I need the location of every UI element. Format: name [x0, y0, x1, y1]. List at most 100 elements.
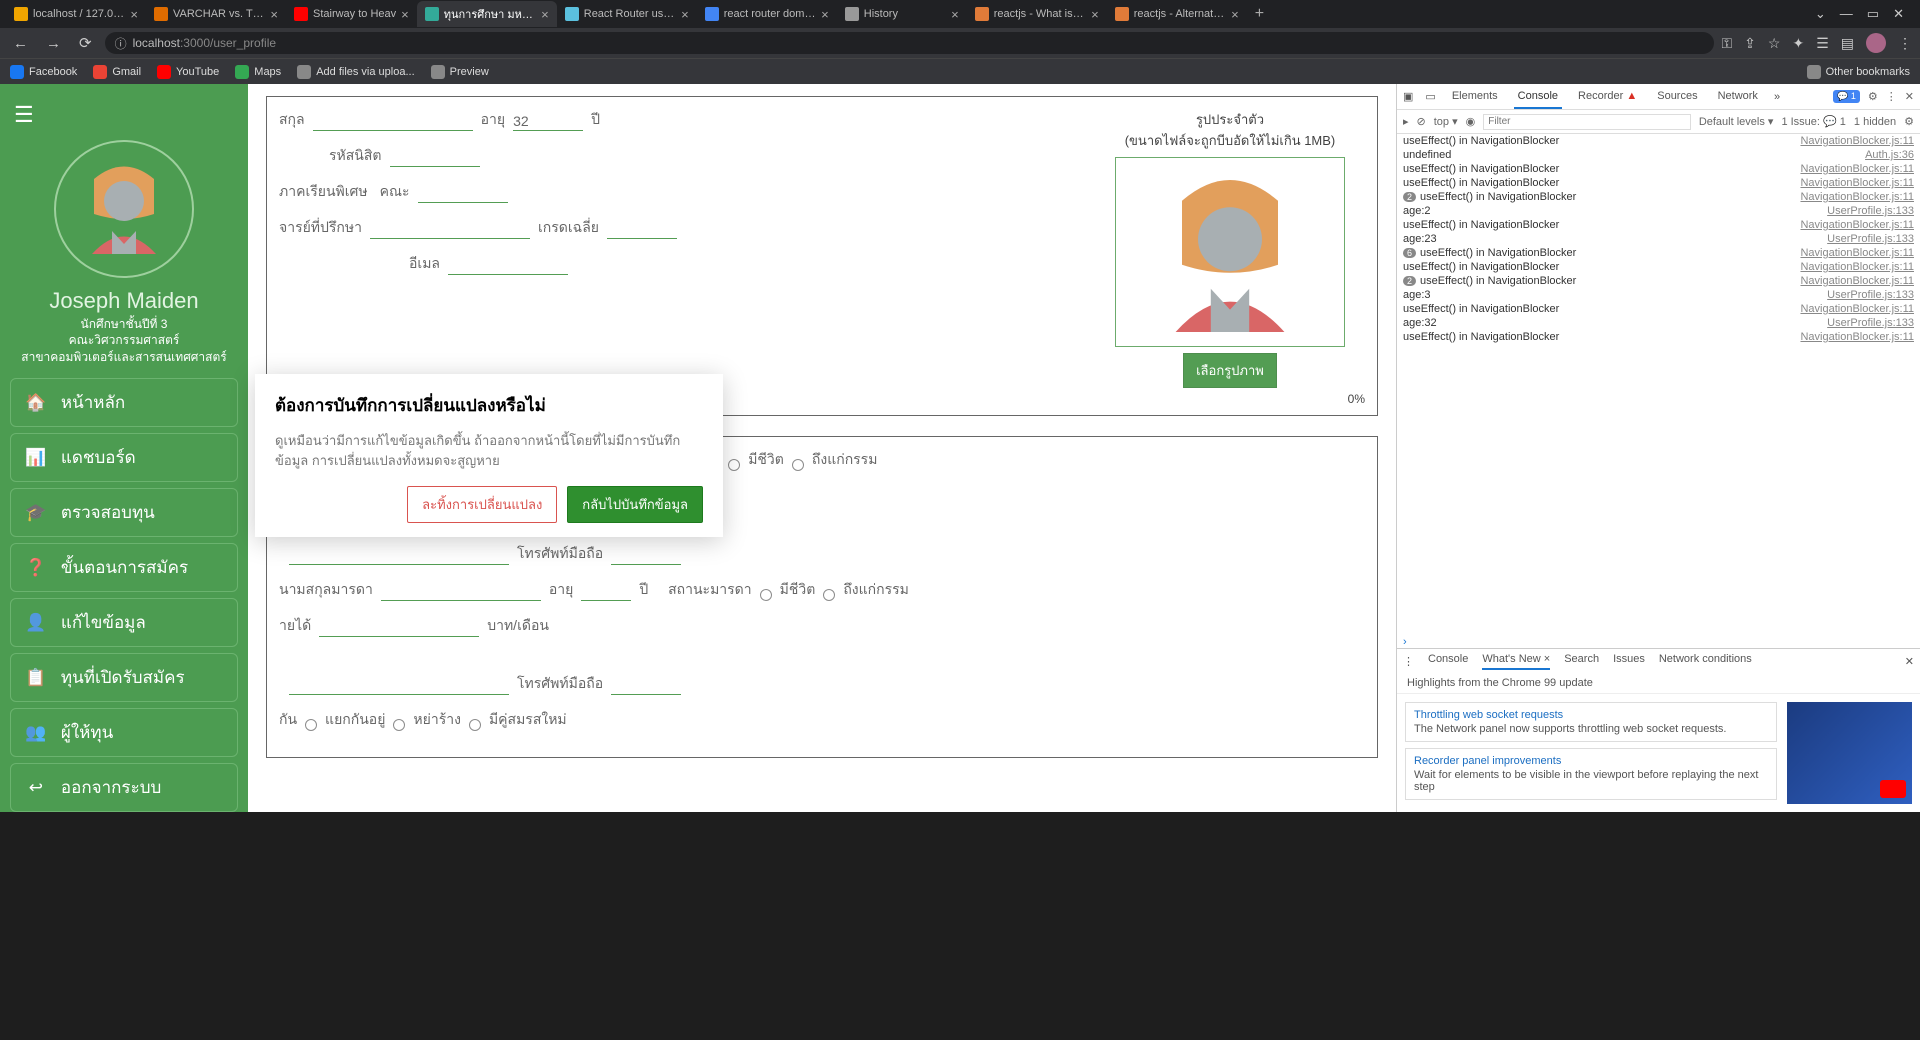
settings-icon[interactable]: ⚙: [1868, 90, 1878, 103]
drawer-close-icon[interactable]: ✕: [1905, 655, 1914, 668]
key-icon[interactable]: ⚿: [1722, 35, 1733, 52]
browser-tab[interactable]: React Router useLoc×: [557, 1, 697, 27]
cast-icon[interactable]: ⌄: [1815, 6, 1826, 22]
source-link[interactable]: NavigationBlocker.js:11: [1800, 247, 1914, 259]
source-link[interactable]: NavigationBlocker.js:11: [1800, 331, 1914, 343]
whats-new-card[interactable]: Throttling web socket requestsThe Networ…: [1405, 702, 1777, 742]
profile-avatar-icon[interactable]: [1866, 33, 1886, 53]
source-link[interactable]: NavigationBlocker.js:11: [1800, 177, 1914, 189]
console-prompt[interactable]: ›: [1397, 636, 1920, 648]
source-link[interactable]: NavigationBlocker.js:11: [1800, 163, 1914, 175]
bookmark-item[interactable]: Maps: [235, 65, 281, 79]
tab-close-icon[interactable]: ×: [821, 7, 829, 22]
issues-link[interactable]: 1 Issue: 💬 1: [1781, 115, 1845, 128]
tab-close-icon[interactable]: ×: [1091, 7, 1099, 22]
levels-selector[interactable]: Default levels ▾: [1699, 115, 1774, 128]
side-panel-icon[interactable]: ▤: [1841, 35, 1854, 52]
drawer-tab[interactable]: What's New ×: [1482, 653, 1550, 670]
reload-icon[interactable]: ⟳: [74, 32, 97, 54]
bookmark-item[interactable]: Add files via uploa...: [297, 65, 414, 79]
source-link[interactable]: UserProfile.js:133: [1827, 317, 1914, 329]
source-link[interactable]: NavigationBlocker.js:11: [1800, 261, 1914, 273]
drawer-tab[interactable]: Search: [1564, 653, 1599, 670]
more-tabs-icon[interactable]: »: [1774, 91, 1780, 103]
tab-close-icon[interactable]: ×: [1231, 7, 1239, 22]
devtools-close-icon[interactable]: ✕: [1905, 90, 1914, 103]
tab-close-icon[interactable]: ×: [270, 7, 278, 22]
browser-tab[interactable]: react router dom v6×: [697, 1, 837, 27]
reading-list-icon[interactable]: ☰: [1816, 35, 1829, 52]
other-bookmarks[interactable]: Other bookmarks: [1807, 65, 1910, 79]
browser-tab[interactable]: ทุนการศึกษา มหาวิทยา×: [417, 1, 557, 27]
console-row: useEffect() in NavigationBlockerNavigati…: [1397, 218, 1920, 232]
devtools-tab[interactable]: Elements: [1448, 85, 1502, 109]
drawer-tab[interactable]: Network conditions: [1659, 653, 1752, 670]
forward-icon[interactable]: →: [41, 33, 66, 54]
source-link[interactable]: NavigationBlocker.js:11: [1800, 275, 1914, 287]
inspect-icon[interactable]: ▣: [1403, 90, 1413, 103]
close-icon[interactable]: ×: [1544, 653, 1550, 665]
eye-icon[interactable]: ◉: [1466, 115, 1476, 128]
browser-tab[interactable]: Stairway to Heav×: [286, 1, 417, 27]
sidebar-toggle-icon[interactable]: ▸: [1403, 115, 1409, 128]
whats-new-card[interactable]: Recorder panel improvementsWait for elem…: [1405, 748, 1777, 800]
source-link[interactable]: Auth.js:36: [1865, 149, 1914, 161]
browser-tab[interactable]: localhost / 127.0.0.1×: [6, 1, 146, 27]
devtools-tab[interactable]: Recorder ▲: [1574, 85, 1641, 109]
url-input[interactable]: ⓘ localhost:3000/user_profile: [105, 32, 1714, 54]
source-link[interactable]: UserProfile.js:133: [1827, 205, 1914, 217]
bookmark-item[interactable]: Preview: [431, 65, 489, 79]
tab-close-icon[interactable]: ×: [541, 7, 549, 22]
devtools-menu-icon[interactable]: ⋮: [1886, 90, 1897, 103]
back-to-save-button[interactable]: กลับไปบันทึกข้อมูล: [567, 486, 703, 523]
devtools-tab[interactable]: Sources: [1653, 85, 1701, 109]
bookmark-item[interactable]: YouTube: [157, 65, 219, 79]
browser-tab[interactable]: VARCHAR vs. TEXT C×: [146, 1, 286, 27]
tab-close-icon[interactable]: ×: [681, 7, 689, 22]
console-filter-input[interactable]: [1483, 114, 1691, 130]
context-selector[interactable]: top ▾: [1434, 115, 1458, 128]
extensions-icon[interactable]: ✦: [1792, 35, 1804, 52]
minimize-icon[interactable]: —: [1840, 6, 1853, 22]
bookmark-icon: [157, 65, 171, 79]
back-icon[interactable]: ←: [8, 33, 33, 54]
star-icon[interactable]: ☆: [1768, 35, 1781, 52]
browser-tab[interactable]: History×: [837, 1, 967, 27]
share-icon[interactable]: ⇪: [1744, 35, 1756, 52]
device-icon[interactable]: ▭: [1425, 90, 1435, 103]
drawer-menu-icon[interactable]: ⋮: [1403, 655, 1414, 668]
source-link[interactable]: NavigationBlocker.js:11: [1800, 303, 1914, 315]
tab-close-icon[interactable]: ×: [951, 7, 959, 22]
clear-console-icon[interactable]: ⊘: [1417, 115, 1426, 128]
tab-favicon-icon: [565, 7, 579, 21]
console-toolbar: ▸ ⊘ top ▾ ◉ Default levels ▾ 1 Issue: 💬 …: [1397, 110, 1920, 134]
tab-favicon-icon: [1115, 7, 1129, 21]
browser-tab[interactable]: reactjs - Alternative×: [1107, 1, 1247, 27]
tab-close-icon[interactable]: ×: [130, 7, 138, 22]
discard-button[interactable]: ละทิ้งการเปลี่ยนแปลง: [407, 486, 557, 523]
new-tab-button[interactable]: +: [1247, 5, 1272, 23]
devtools-tab[interactable]: Network: [1714, 85, 1762, 109]
tab-favicon-icon: [845, 7, 859, 21]
devtools-tab[interactable]: Console: [1514, 85, 1562, 109]
drawer-tab[interactable]: Console: [1428, 653, 1468, 670]
console-settings-icon[interactable]: ⚙: [1904, 115, 1914, 128]
close-window-icon[interactable]: ✕: [1893, 6, 1904, 22]
bookmark-item[interactable]: Gmail: [93, 65, 141, 79]
source-link[interactable]: NavigationBlocker.js:11: [1800, 191, 1914, 203]
console-row: useEffect() in NavigationBlockerNavigati…: [1397, 162, 1920, 176]
source-link[interactable]: UserProfile.js:133: [1827, 233, 1914, 245]
maximize-icon[interactable]: ▭: [1867, 6, 1879, 22]
menu-icon[interactable]: ⋮: [1898, 35, 1912, 52]
console-row: useEffect() in NavigationBlockerNavigati…: [1397, 302, 1920, 316]
whats-new-thumbnail[interactable]: [1787, 702, 1912, 804]
source-link[interactable]: NavigationBlocker.js:11: [1800, 219, 1914, 231]
bookmark-item[interactable]: Facebook: [10, 65, 77, 79]
source-link[interactable]: UserProfile.js:133: [1827, 289, 1914, 301]
drawer-tab[interactable]: Issues: [1613, 653, 1645, 670]
error-badge[interactable]: 💬 1: [1833, 90, 1860, 103]
browser-tab[interactable]: reactjs - What is the×: [967, 1, 1107, 27]
source-link[interactable]: NavigationBlocker.js:11: [1800, 135, 1914, 147]
site-info-icon[interactable]: ⓘ: [115, 35, 127, 52]
tab-close-icon[interactable]: ×: [401, 7, 409, 22]
